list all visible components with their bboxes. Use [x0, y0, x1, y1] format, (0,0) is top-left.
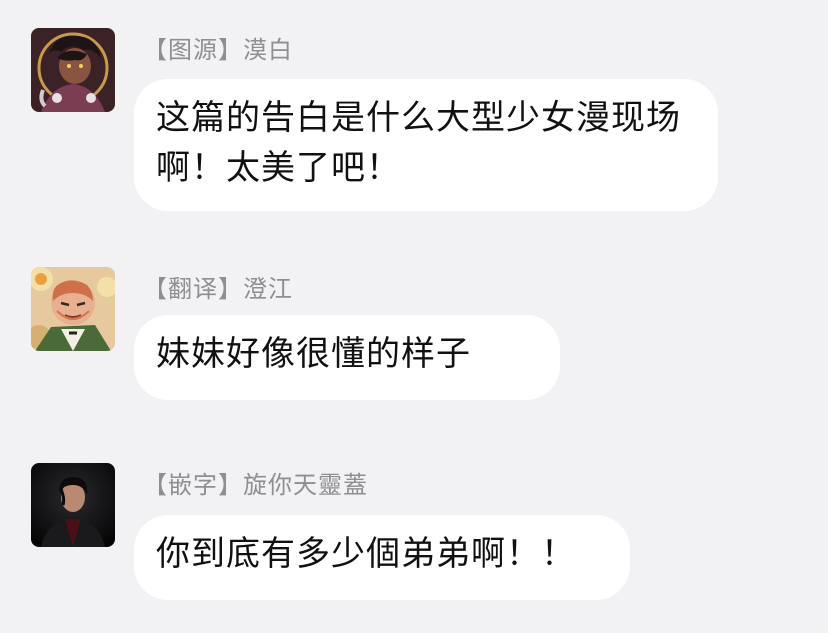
man-in-suit-avatar-icon[interactable]: [31, 463, 115, 547]
bald-anime-man-avatar-icon[interactable]: [31, 267, 115, 351]
message-text: 妹妹好像很懂的样子: [156, 334, 471, 374]
dark-haired-character-avatar-icon[interactable]: [31, 28, 115, 112]
sender-name: 【图源】漠白: [143, 36, 293, 64]
message-bubble: 你到底有多少個弟弟啊！！: [134, 515, 630, 600]
message-bubble: 妹妹好像很懂的样子: [134, 315, 560, 400]
sender-name: 【嵌字】旋你天靈蓋: [143, 471, 368, 499]
message-text: 你到底有多少個弟弟啊！！: [156, 534, 576, 574]
sender-name: 【翻译】澄江: [143, 275, 293, 303]
message-text: 这篇的告白是什么大型少女漫现场啊！太美了吧！: [156, 98, 681, 188]
message-bubble: 这篇的告白是什么大型少女漫现场啊！太美了吧！: [134, 79, 718, 211]
